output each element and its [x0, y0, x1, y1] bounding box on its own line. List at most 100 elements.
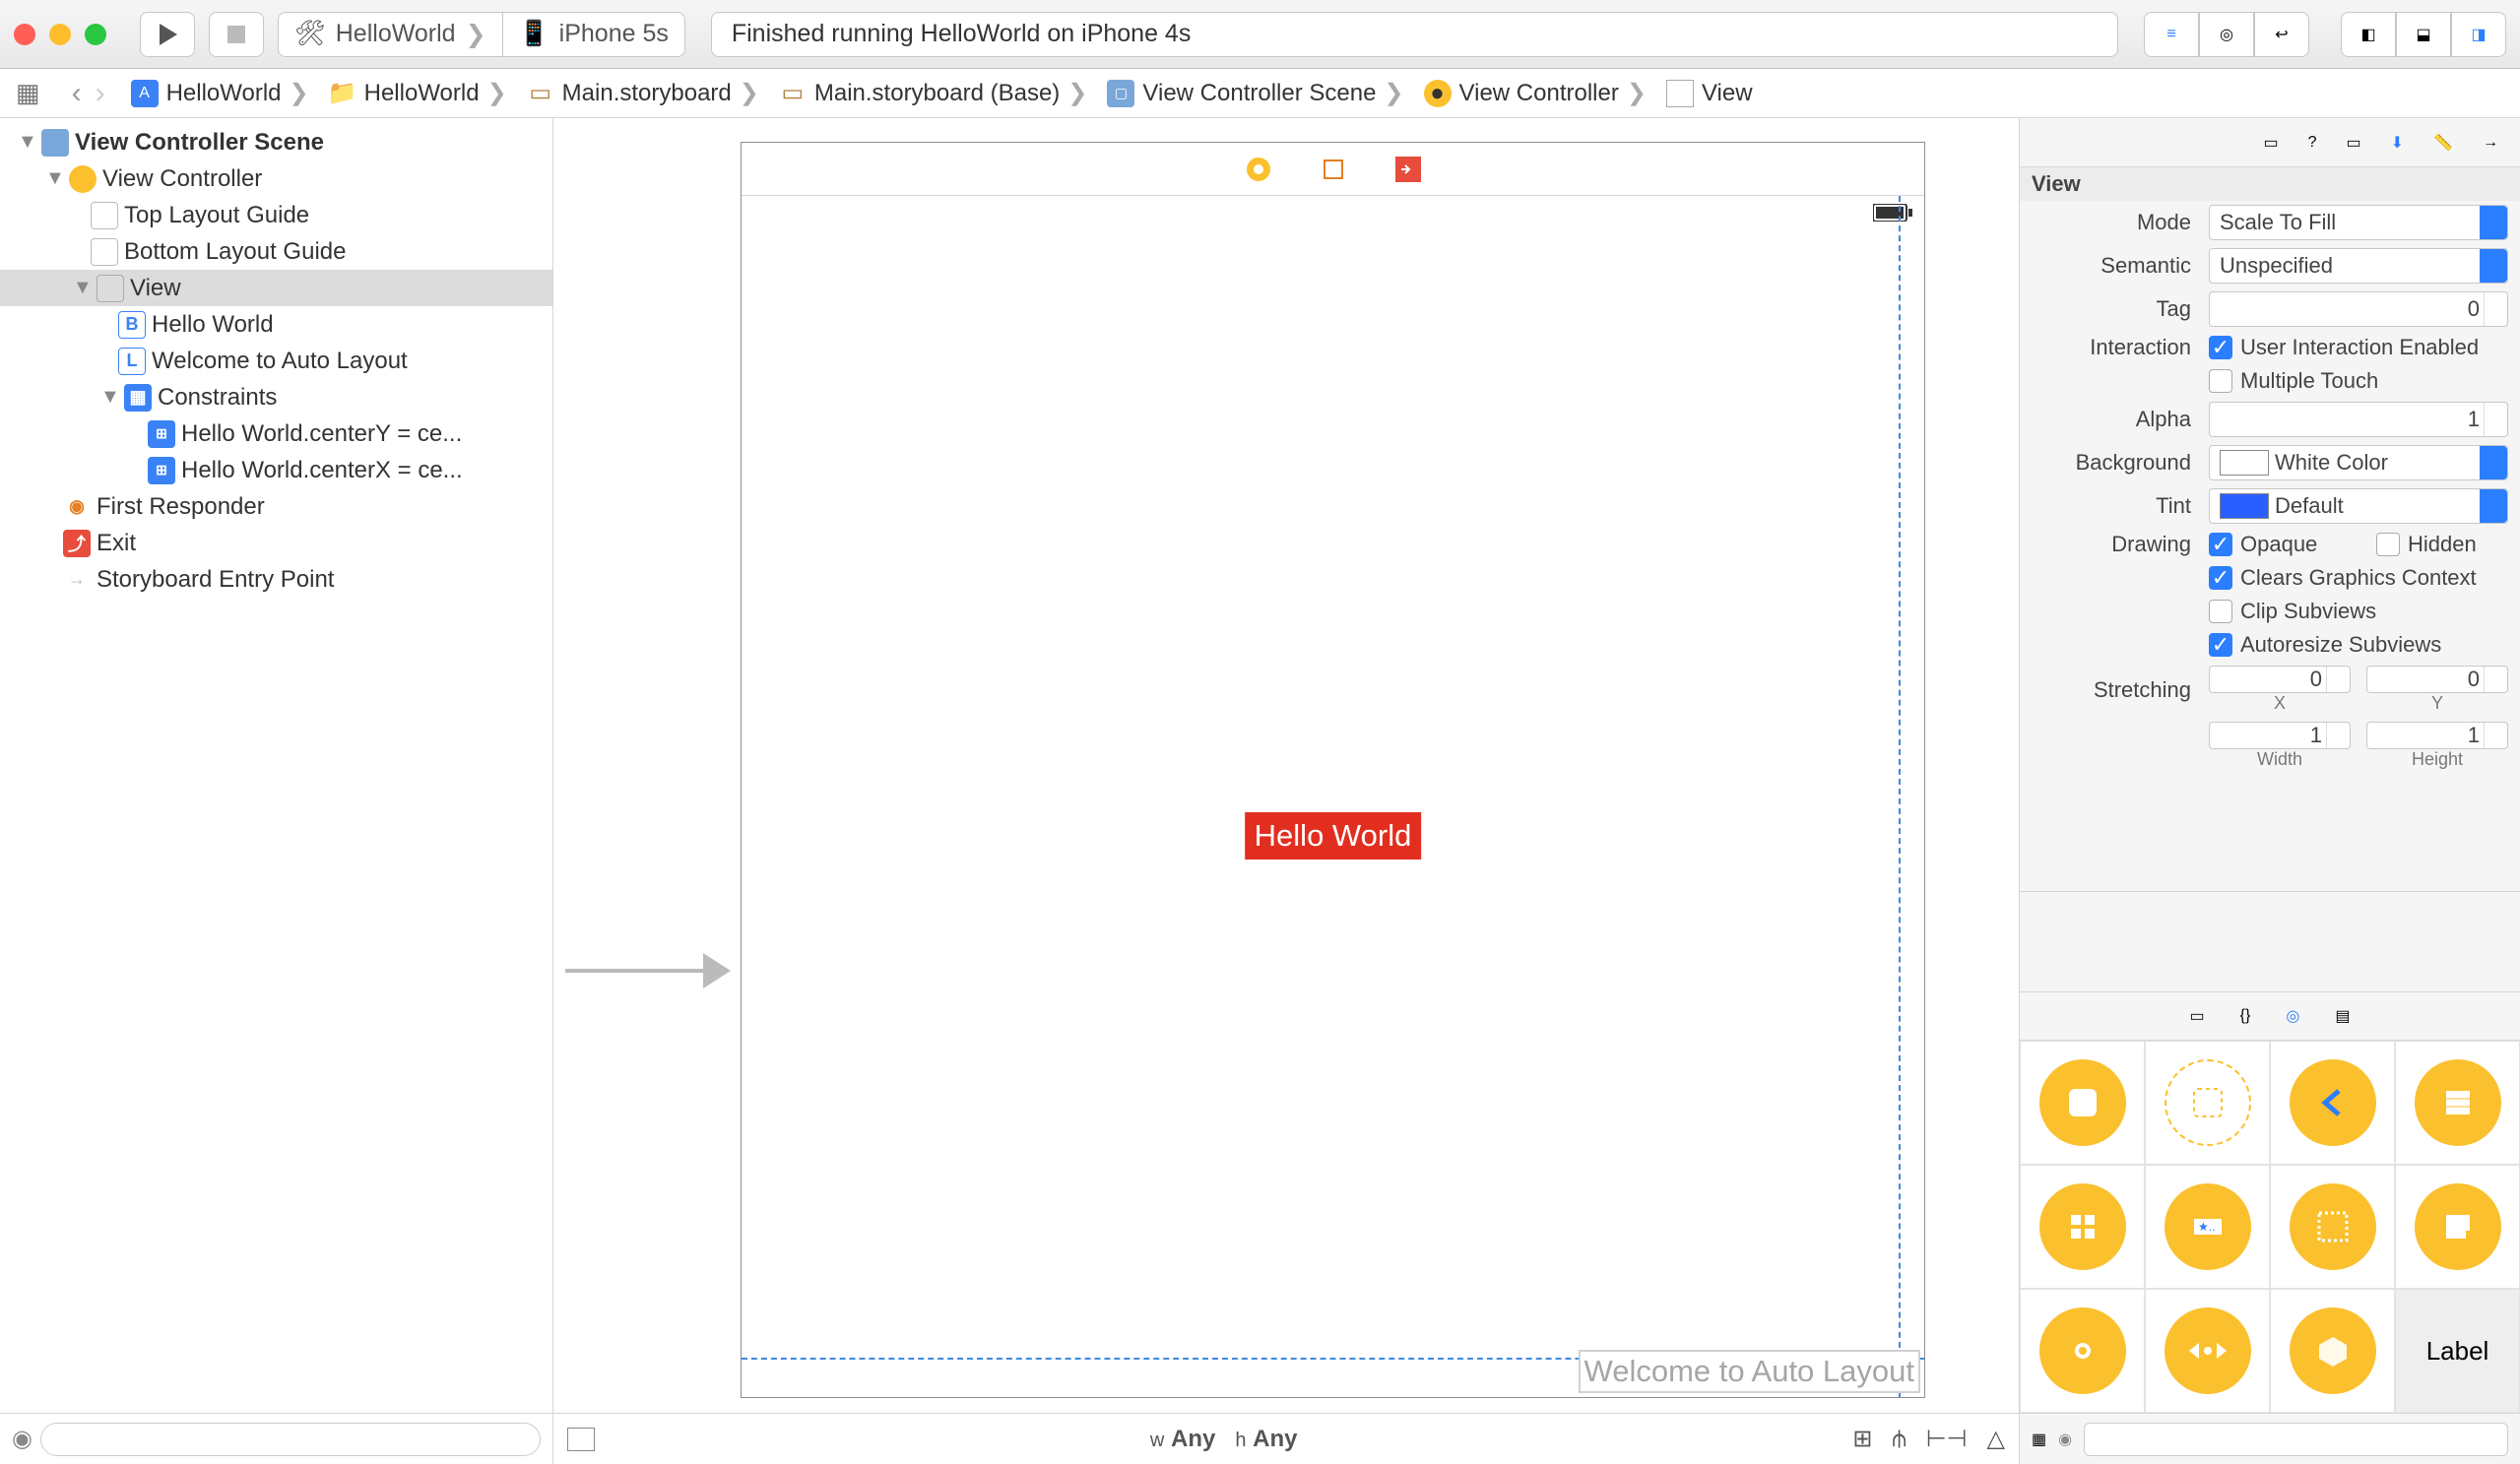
tree-label-welcome[interactable]: LWelcome to Auto Layout	[0, 343, 552, 379]
library-tabs[interactable]: ▭ {} ◎ ▤	[2020, 991, 2520, 1041]
disclosure-triangle-icon[interactable]: ▼	[18, 131, 35, 154]
object-tableview[interactable]	[2395, 1041, 2520, 1165]
object-view[interactable]	[2020, 1041, 2145, 1165]
inspector-tabs[interactable]: ▭ ? ▭ ⬇︎ 📏 →	[2020, 118, 2520, 167]
tree-constraints[interactable]: ▼▦Constraints	[0, 379, 552, 415]
size-inspector-icon[interactable]: 📏	[2433, 133, 2453, 153]
stretch-y-input[interactable]: 0	[2366, 666, 2508, 693]
run-button[interactable]	[140, 12, 195, 57]
filter-icon[interactable]: ◉	[2058, 1430, 2072, 1449]
crumb-vc[interactable]: ●View Controller❯	[1414, 69, 1656, 117]
multiple-touch-checkbox[interactable]	[2209, 369, 2232, 393]
forward-button[interactable]: ›	[96, 77, 105, 110]
user-interaction-checkbox[interactable]: ✓	[2209, 336, 2232, 359]
version-editor-button[interactable]: ↩︎	[2254, 12, 2309, 57]
object-activity-indicator[interactable]	[2020, 1289, 2145, 1413]
tag-input[interactable]: 0	[2209, 291, 2508, 327]
close-window-button[interactable]	[14, 24, 35, 45]
toggle-debug-button[interactable]: ⬓	[2396, 12, 2451, 57]
back-button[interactable]: ‹	[72, 77, 82, 110]
alpha-input[interactable]: 1	[2209, 402, 2508, 437]
tree-entry-point[interactable]: →Storyboard Entry Point	[0, 561, 552, 598]
stop-button[interactable]	[209, 12, 264, 57]
stretch-x-input[interactable]: 0	[2209, 666, 2351, 693]
hidden-checkbox[interactable]	[2376, 533, 2400, 556]
stepper-icon[interactable]	[2484, 403, 2507, 436]
object-container-view[interactable]	[2145, 1041, 2270, 1165]
crumb-view[interactable]: View	[1656, 69, 1763, 117]
crumb-scene[interactable]: ▢View Controller Scene❯	[1097, 69, 1413, 117]
code-snippet-tab-icon[interactable]: {}	[2240, 1007, 2251, 1025]
stepper-icon[interactable]	[2484, 667, 2507, 692]
tree-view[interactable]: ▼ View	[0, 270, 552, 306]
toggle-utilities-button[interactable]: ◨	[2451, 12, 2506, 57]
tree-first-responder[interactable]: ◉First Responder	[0, 488, 552, 525]
object-library-tab-icon[interactable]: ◎	[2286, 1006, 2299, 1026]
tree-vc[interactable]: ▼ View Controller	[0, 160, 552, 197]
stretch-w-input[interactable]: 1	[2209, 722, 2351, 749]
object-library[interactable]: ★.. Label	[2020, 1041, 2520, 1413]
disclosure-triangle-icon[interactable]: ▼	[73, 277, 91, 299]
disclosure-triangle-icon[interactable]: ▼	[100, 386, 118, 409]
tree-label-hw[interactable]: BHello World	[0, 306, 552, 343]
semantic-select[interactable]: Unspecified	[2209, 248, 2508, 284]
library-filter-input[interactable]	[2084, 1423, 2508, 1456]
connections-inspector-icon[interactable]: →	[2483, 134, 2498, 152]
panel-toggle-segmented[interactable]: ◧ ⬓ ◨	[2341, 12, 2506, 57]
object-label[interactable]: Label	[2395, 1289, 2520, 1413]
opaque-checkbox[interactable]: ✓	[2209, 533, 2232, 556]
cgc-checkbox[interactable]: ✓	[2209, 566, 2232, 590]
identity-inspector-icon[interactable]: ▭	[2347, 133, 2361, 153]
minimize-window-button[interactable]	[49, 24, 71, 45]
tree-constraint-2[interactable]: ⊞Hello World.centerX = ce...	[0, 452, 552, 488]
tree-constraint-1[interactable]: ⊞Hello World.centerY = ce...	[0, 415, 552, 452]
object-collectionview[interactable]	[2020, 1165, 2145, 1289]
object-scrollview[interactable]	[2395, 1165, 2520, 1289]
scene-device-frame[interactable]: Hello World Welcome to Auto Layout	[741, 142, 1925, 1398]
object-cube[interactable]	[2270, 1289, 2395, 1413]
related-items-icon[interactable]: ▦	[16, 78, 40, 108]
ib-canvas[interactable]: Hello World Welcome to Auto Layout	[553, 118, 2019, 1413]
resolve-issues-button[interactable]: △	[1987, 1425, 2005, 1453]
standard-editor-button[interactable]: ≡	[2144, 12, 2199, 57]
size-class-control[interactable]: w Any h Any	[614, 1426, 1833, 1453]
crumb-storyboard-base[interactable]: ▭Main.storyboard (Base)❯	[769, 69, 1098, 117]
tree-exit[interactable]: ⤴Exit	[0, 525, 552, 561]
toggle-navigator-button[interactable]: ◧	[2341, 12, 2396, 57]
attributes-inspector-icon[interactable]: ⬇︎	[2391, 133, 2404, 153]
scene-title-bar[interactable]	[742, 143, 1924, 196]
tint-select[interactable]: Default	[2209, 488, 2508, 524]
toggle-outline-button[interactable]	[567, 1428, 595, 1451]
tree-bottom-guide[interactable]: Bottom Layout Guide	[0, 233, 552, 270]
outline-tree[interactable]: ▼ View Controller Scene ▼ View Controlle…	[0, 118, 552, 1413]
zoom-window-button[interactable]	[85, 24, 106, 45]
tree-top-guide[interactable]: Top Layout Guide	[0, 197, 552, 233]
grid-list-toggle[interactable]: ▦	[2032, 1430, 2046, 1449]
editor-mode-segmented[interactable]: ≡ ◎ ↩︎	[2144, 12, 2309, 57]
object-page-control[interactable]	[2145, 1289, 2270, 1413]
hello-world-label[interactable]: Hello World	[1245, 812, 1422, 859]
stepper-icon[interactable]	[2326, 667, 2350, 692]
align-button[interactable]: ⫛	[1892, 1426, 1906, 1453]
stretch-h-input[interactable]: 1	[2366, 722, 2508, 749]
filter-icon[interactable]: ◉	[12, 1425, 40, 1453]
disclosure-triangle-icon[interactable]: ▼	[45, 167, 63, 190]
object-navigation-item[interactable]	[2270, 1041, 2395, 1165]
welcome-label[interactable]: Welcome to Auto Layout	[1581, 1352, 1918, 1391]
scheme-selector[interactable]: 🛠HelloWorld❯ 📱iPhone 5s	[278, 12, 685, 57]
tree-scene[interactable]: ▼ View Controller Scene	[0, 124, 552, 160]
mode-select[interactable]: Scale To Fill	[2209, 205, 2508, 240]
background-select[interactable]: White Color	[2209, 445, 2508, 480]
object-imageview[interactable]	[2270, 1165, 2395, 1289]
quick-help-icon[interactable]: ?	[2308, 134, 2317, 152]
pin-button[interactable]: ⊢⊣	[1926, 1425, 1968, 1453]
stepper-icon[interactable]	[2484, 723, 2507, 748]
assistant-editor-button[interactable]: ◎	[2199, 12, 2254, 57]
stack-button[interactable]: ⊞	[1852, 1425, 1872, 1453]
autoresize-checkbox[interactable]: ✓	[2209, 633, 2232, 657]
crumb-storyboard[interactable]: ▭Main.storyboard❯	[517, 69, 769, 117]
media-library-tab-icon[interactable]: ▤	[2335, 1006, 2350, 1026]
stepper-icon[interactable]	[2484, 292, 2507, 326]
clip-checkbox[interactable]	[2209, 600, 2232, 623]
stepper-icon[interactable]	[2326, 723, 2350, 748]
